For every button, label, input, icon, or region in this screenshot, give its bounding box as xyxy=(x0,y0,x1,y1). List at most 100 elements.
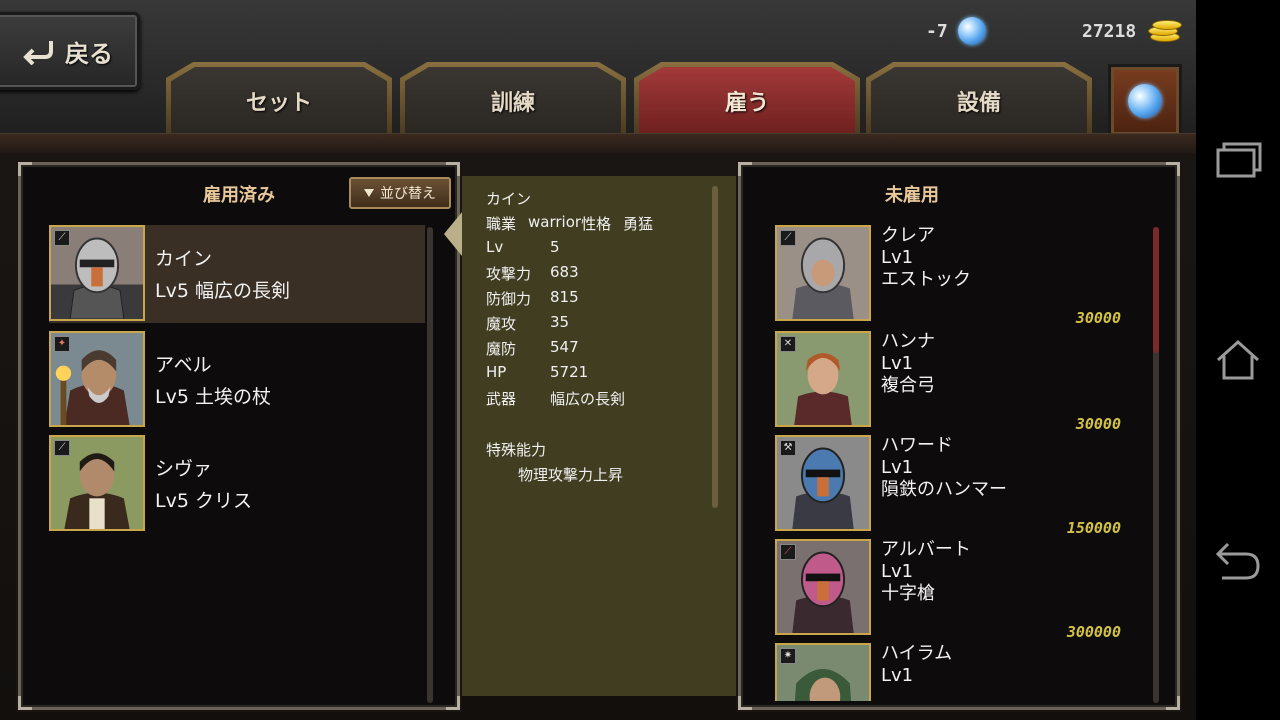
stat-label: 防御力 xyxy=(486,290,532,308)
recruit-price: 150000 xyxy=(1066,519,1121,537)
recruit-name: ハンナ xyxy=(881,331,935,352)
recruit-level: Lv1 xyxy=(881,353,914,374)
stat-value: 35 xyxy=(550,313,570,331)
recruit-weapon: 隕鉄のハンマー xyxy=(881,479,1007,500)
sort-triangle-icon xyxy=(364,189,374,197)
star-icon: ✷ xyxy=(780,648,796,664)
unhired-list-item[interactable]: ⟋ アルバート Lv1 十字槍 300000 xyxy=(775,539,1121,641)
gem-counter: -7 xyxy=(926,14,986,48)
sword-icon: ⟋ xyxy=(780,230,796,246)
recruit-price: 30000 xyxy=(1075,309,1121,327)
unhired-title: 未雇用 xyxy=(885,185,939,206)
recruit-name: ハイラム xyxy=(881,643,953,664)
sort-button[interactable]: 並び替え xyxy=(349,177,451,209)
portrait-pink-helmet-knight: ⟋ xyxy=(775,539,871,635)
recruit-weapon: 複合弓 xyxy=(881,375,935,396)
back-label: 戻る xyxy=(65,39,113,68)
hired-list-item[interactable]: ⟋ シヴァ Lv5 クリス xyxy=(49,435,425,533)
unhired-list-item[interactable]: ⚒ ハワード Lv1 隕鉄のハンマー 150000 xyxy=(775,435,1121,537)
unhired-scrollbar[interactable] xyxy=(1153,227,1159,703)
recruit-level: Lv1 xyxy=(881,247,914,268)
home-icon[interactable] xyxy=(1214,336,1262,384)
recent-apps-icon[interactable] xyxy=(1214,136,1262,184)
gold-count: 27218 xyxy=(1082,20,1137,42)
hired-scrollbar[interactable] xyxy=(427,227,433,703)
stat-label: Lv xyxy=(486,238,504,256)
stat-value: 683 xyxy=(550,263,579,281)
recruit-price: 300000 xyxy=(1066,623,1121,641)
job-label: 職業 xyxy=(486,215,517,233)
stat-label: 魔攻 xyxy=(486,315,517,333)
portrait-red-haired-archer: ✕ xyxy=(775,331,871,427)
recruit-weapon: 十字槍 xyxy=(881,583,935,604)
hero-name: シヴァ xyxy=(155,458,213,480)
portrait-hooded-mage: ✷ xyxy=(775,643,871,701)
game-screen: 戻る -7 27218 セット 訓練 雇う 設備 雇用済み 並び替え ⟋ カイン… xyxy=(0,0,1196,720)
recruit-name: ハワード xyxy=(881,435,953,456)
recruit-level: Lv1 xyxy=(881,561,914,582)
tab-facilities[interactable]: 設備 xyxy=(866,62,1092,135)
stat-label: 攻撃力 xyxy=(486,265,532,283)
job-value: warrior xyxy=(528,213,582,231)
special-label: 特殊能力 xyxy=(486,441,547,459)
gem-icon xyxy=(1128,84,1162,118)
hammer-icon: ⚒ xyxy=(780,440,796,456)
portrait-helmet-knight: ⟋ xyxy=(49,225,145,321)
hero-detail-panel: カイン 職業 warrior 性格 勇猛 Lv 5 攻撃力 683 防御力 815 魔… xyxy=(462,176,736,696)
tab-divider xyxy=(0,133,1196,153)
tab-training[interactable]: 訓練 xyxy=(400,62,626,135)
dagger-icon: ⟋ xyxy=(54,440,70,456)
tab-facilities-label: 設備 xyxy=(956,91,1001,116)
recruit-weapon: エストック xyxy=(881,269,971,290)
unhired-scroll-thumb[interactable] xyxy=(1153,227,1159,353)
unhired-list-item[interactable]: ✷ ハイラム Lv1 xyxy=(775,643,1121,701)
selection-pointer xyxy=(444,212,462,256)
back-nav-icon[interactable] xyxy=(1214,536,1262,584)
personality-value: 勇猛 xyxy=(623,215,654,233)
hero-level-weapon: Lv5 幅広の長剣 xyxy=(155,280,290,302)
hired-title: 雇用済み xyxy=(203,185,275,206)
recruit-name: アルバート xyxy=(881,539,971,560)
gem-shop-button[interactable] xyxy=(1108,64,1182,138)
tab-set[interactable]: セット xyxy=(166,62,392,135)
stat-value: 547 xyxy=(550,338,579,356)
hired-list-item[interactable]: ✦ アベル Lv5 土埃の杖 xyxy=(49,331,425,429)
portrait-blue-helmet-knight: ⚒ xyxy=(775,435,871,531)
portrait-female-knight: ⟋ xyxy=(775,225,871,321)
tab-set-label: セット xyxy=(245,91,312,116)
recruit-name: クレア xyxy=(881,225,935,246)
unhired-list-item[interactable]: ⟋ クレア Lv1 エストック 30000 xyxy=(775,225,1121,327)
hero-level-weapon: Lv5 土埃の杖 xyxy=(155,386,271,408)
bow-icon: ✕ xyxy=(780,336,796,352)
stat-label: 魔防 xyxy=(486,340,517,358)
detail-scrollbar[interactable] xyxy=(712,186,718,508)
system-nav-bar xyxy=(1196,0,1280,720)
gold-coins-icon xyxy=(1146,18,1183,44)
portrait-dark-haired-man: ⟋ xyxy=(49,435,145,531)
stat-value: 815 xyxy=(550,288,579,306)
unhired-list-item[interactable]: ✕ ハンナ Lv1 複合弓 30000 xyxy=(775,331,1121,433)
gold-counter: 27218 xyxy=(1082,14,1183,48)
recruit-level: Lv1 xyxy=(881,457,914,478)
hired-list-item[interactable]: ⟋ カイン Lv5 幅広の長剣 xyxy=(49,225,425,323)
unhired-panel: 未雇用 ⟋ クレア Lv1 エストック 30000 ✕ ハンナ Lv1 複合弓 … xyxy=(738,162,1180,710)
recruit-price: 30000 xyxy=(1075,415,1121,433)
personality-label: 性格 xyxy=(581,215,612,233)
back-button[interactable]: 戻る xyxy=(0,12,140,90)
gem-count: -7 xyxy=(926,20,948,42)
tab-training-label: 訓練 xyxy=(490,91,535,116)
tab-hire[interactable]: 雇う xyxy=(634,62,860,135)
detail-name: カイン xyxy=(486,190,532,208)
stat-label: 武器 xyxy=(486,390,517,408)
hired-panel: 雇用済み 並び替え ⟋ カイン Lv5 幅広の長剣 ✦ アベル Lv5 土埃の杖… xyxy=(18,162,460,710)
hero-level-weapon: Lv5 クリス xyxy=(155,490,252,512)
portrait-old-mage: ✦ xyxy=(49,331,145,427)
hero-name: アベル xyxy=(155,354,212,376)
stat-value: 幅広の長剣 xyxy=(550,390,626,408)
stat-label: HP xyxy=(486,363,507,381)
special-value: 物理攻撃力上昇 xyxy=(518,466,624,484)
sword-icon: ⟋ xyxy=(54,230,70,246)
sort-label: 並び替え xyxy=(380,186,436,202)
stat-value: 5721 xyxy=(550,363,589,381)
spear-icon: ⟋ xyxy=(780,544,796,560)
